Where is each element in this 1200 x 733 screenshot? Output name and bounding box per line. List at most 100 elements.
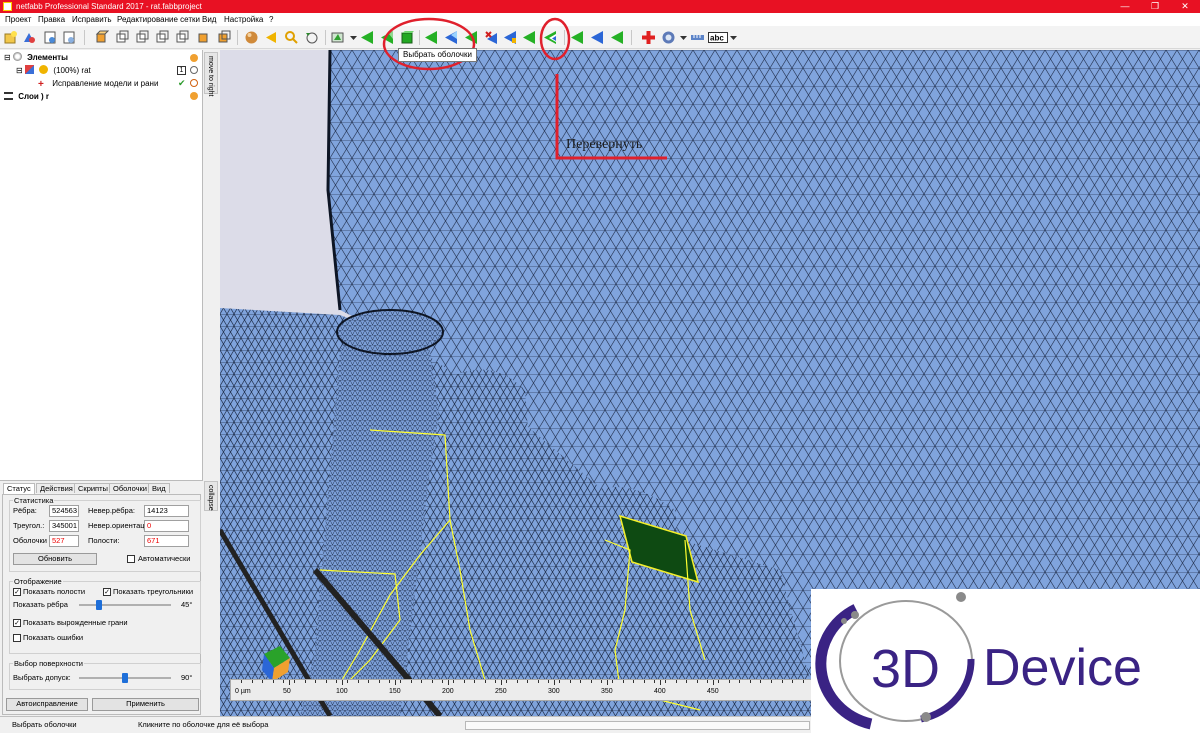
menu-view[interactable]: Вид	[202, 14, 216, 25]
sphere-icon[interactable]	[244, 30, 259, 45]
menu-bar: Проект Правка Исправить Редактирование с…	[0, 13, 1200, 26]
ruler-minor-tick	[675, 680, 677, 683]
ruler-tick-label: 300	[548, 688, 560, 695]
ruler-minor-tick	[728, 680, 730, 683]
minimize-button[interactable]: —	[1110, 0, 1140, 13]
view-front-icon[interactable]	[94, 30, 109, 45]
menu-edit[interactable]: Правка	[38, 14, 65, 25]
toolbar: abc	[0, 26, 1200, 49]
fix-icon[interactable]	[503, 30, 518, 45]
maximize-button[interactable]: ❐	[1140, 0, 1170, 13]
ruler-minor-tick	[718, 680, 719, 683]
bad-orientation-label: Невер.ориентац	[88, 521, 145, 530]
ruler-minor-tick	[569, 680, 571, 683]
new-project-icon[interactable]	[3, 30, 18, 45]
invert-selection-icon[interactable]	[464, 30, 479, 45]
select-mode-icon[interactable]	[331, 30, 346, 45]
refresh-button[interactable]: Обновить	[13, 553, 97, 565]
edges-slider-thumb[interactable]	[96, 600, 103, 610]
view-back-icon[interactable]	[114, 30, 129, 45]
shells-label: Оболочки	[13, 536, 47, 545]
view-bottom-icon[interactable]	[196, 30, 211, 45]
tree-repair-row[interactable]: + Исправление модели и рани	[38, 78, 158, 90]
close-button[interactable]: ✕	[1170, 0, 1200, 13]
select-shells-icon[interactable]	[400, 30, 415, 45]
view-right-icon[interactable]	[154, 30, 169, 45]
zoom-icon[interactable]	[284, 30, 299, 45]
ruler-minor-tick	[357, 680, 359, 683]
ruler-minor-tick	[304, 680, 306, 683]
collapse-icon[interactable]: ⊟	[16, 66, 23, 75]
folder-icon[interactable]	[190, 54, 198, 62]
ruler-icon[interactable]	[690, 30, 705, 45]
ruler-tick-label: 350	[601, 688, 613, 695]
ruler-minor-tick	[590, 680, 592, 683]
edges-angle-value: 45°	[181, 600, 193, 609]
select-blue-icon[interactable]	[590, 30, 605, 45]
deselect-icon[interactable]	[444, 30, 459, 45]
move-to-right-tab[interactable]: move to right	[204, 52, 218, 96]
tree-layers-label: Слои ) r	[18, 92, 50, 101]
tree-part-row[interactable]: ⊟ (100%) rat	[16, 65, 91, 77]
add-triangle-icon[interactable]	[570, 30, 585, 45]
visibility-toggle[interactable]: 1	[177, 66, 186, 75]
triangle-icon[interactable]	[522, 30, 537, 45]
flip-triangles-icon[interactable]	[543, 30, 558, 45]
show-errors-checkbox[interactable]	[13, 634, 21, 642]
autorepair-button[interactable]: Автоисправление	[6, 698, 88, 711]
collapse-tab[interactable]: collapse	[204, 481, 218, 511]
ruler-minor-tick	[601, 680, 603, 683]
dropdown-arrow-icon[interactable]	[676, 30, 691, 45]
add-part-icon[interactable]	[22, 30, 37, 45]
stats-title: Статистика	[13, 496, 55, 505]
ruler-minor-tick	[368, 680, 370, 683]
show-degenerate-checkbox[interactable]: ✓	[13, 619, 21, 627]
menu-repair[interactable]: Исправить	[72, 14, 112, 25]
save-icon[interactable]	[43, 30, 58, 45]
tab-shells[interactable]: Оболочки	[109, 483, 151, 493]
view-left-icon[interactable]	[134, 30, 149, 45]
add-repair-icon[interactable]	[641, 30, 656, 45]
menu-mesh-edit[interactable]: Редактирование сетки	[117, 14, 200, 25]
select-surface-icon[interactable]	[380, 30, 395, 45]
dropdown-arrow-icon[interactable]	[726, 30, 741, 45]
app-window: netfabb Professional Standard 2017 - rat…	[0, 0, 1200, 733]
rotate-icon[interactable]	[304, 30, 319, 45]
select-triangle-icon[interactable]	[360, 30, 375, 45]
menu-settings[interactable]: Настройка	[224, 14, 263, 25]
menu-help[interactable]: ?	[269, 14, 273, 25]
tree-layers-row[interactable]: Слои ) r	[4, 91, 49, 103]
ruler-minor-tick	[272, 680, 274, 683]
ruler-tick	[448, 680, 449, 685]
measure-icon[interactable]	[661, 30, 676, 45]
view-iso-icon[interactable]	[216, 30, 231, 45]
back-arrow-icon[interactable]	[264, 30, 279, 45]
tolerance-slider-thumb[interactable]	[122, 673, 128, 683]
menu-project[interactable]: Проект	[5, 14, 31, 25]
select-all-icon[interactable]	[424, 30, 439, 45]
edges-slider[interactable]	[79, 604, 171, 606]
auto-checkbox[interactable]	[127, 555, 135, 563]
tab-status[interactable]: Статус	[3, 483, 35, 494]
show-holes-checkbox[interactable]: ✓	[13, 588, 21, 596]
show-triangles-checkbox[interactable]: ✓	[103, 588, 111, 596]
remove-icon[interactable]	[190, 79, 198, 87]
view-top-icon[interactable]	[174, 30, 189, 45]
apply-button[interactable]: Применить	[92, 698, 199, 711]
edges-value: 524563	[49, 505, 79, 517]
tab-view[interactable]: Вид	[148, 483, 170, 493]
dropdown-arrow-icon[interactable]	[346, 30, 361, 45]
select-green-icon[interactable]	[610, 30, 625, 45]
status-panel: Статус Действия Скрипты Оболочки Вид Ста…	[0, 480, 203, 716]
label-icon[interactable]: abc	[708, 30, 728, 45]
tree-elements-row[interactable]: ⊟ Элементы	[4, 52, 68, 64]
tab-actions[interactable]: Действия	[36, 483, 77, 493]
remove-selected-icon[interactable]	[484, 30, 499, 45]
export-icon[interactable]	[62, 30, 77, 45]
holes-value: 671	[144, 535, 189, 547]
folder-icon[interactable]	[190, 92, 198, 100]
ruler-minor-tick	[484, 680, 486, 683]
tab-scripts[interactable]: Скрипты	[74, 483, 112, 493]
ruler-minor-tick	[347, 680, 348, 683]
collapse-icon[interactable]: ⊟	[4, 53, 11, 62]
